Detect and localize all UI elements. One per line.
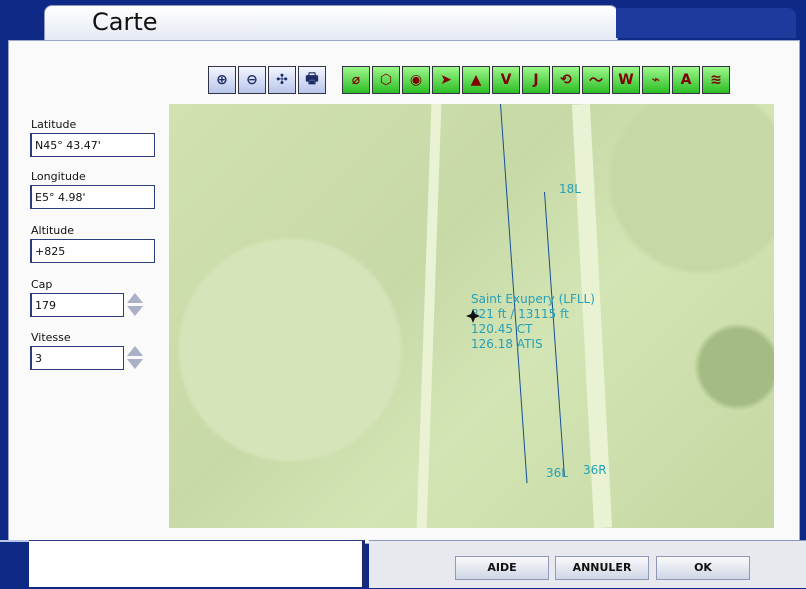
terrain-button[interactable]: ≋ — [702, 66, 730, 94]
runway-label-36r: 36R — [583, 463, 607, 477]
altitude-button[interactable]: A — [672, 66, 700, 94]
weather-button[interactable]: W — [612, 66, 640, 94]
help-button[interactable]: AIDE — [455, 556, 549, 580]
cap-up-arrow-icon[interactable] — [127, 293, 143, 303]
longitude-label: Longitude — [31, 170, 86, 183]
jet-button[interactable]: J — [522, 66, 550, 94]
airport-label: Saint Exupery (LFLL) 821 ft / 13115 ft 1… — [471, 292, 595, 352]
altitude-field[interactable]: +825 — [30, 239, 155, 263]
crosshair-icon: ✣ — [276, 72, 288, 88]
loop-button[interactable]: ⟲ — [552, 66, 580, 94]
vitesse-up-arrow-icon[interactable] — [127, 346, 143, 356]
center-button[interactable]: ✣ — [268, 66, 296, 94]
toolbar: ⊕ ⊖ ✣ 🖶 ⌀ ⬡ ◉ ➤ ▲ V J ⟲ 〜 W ⌁ A ≋ — [208, 66, 732, 94]
airport-ct: 120.45 CT — [471, 322, 533, 336]
radio-icon: ◉ — [409, 72, 423, 88]
airport-name: Saint Exupery (LFLL) — [471, 292, 595, 306]
triangle-button[interactable]: ▲ — [462, 66, 490, 94]
altitude-label: Altitude — [31, 224, 74, 237]
vitesse-stepper[interactable] — [127, 345, 145, 371]
window-title: Carte — [92, 8, 158, 36]
latitude-field[interactable]: N45° 43.47' — [30, 133, 155, 157]
airport-elevation: 821 ft / 13115 ft — [471, 307, 569, 321]
triangle-icon: ▲ — [470, 72, 482, 88]
runway-label-18l: 18L — [559, 182, 581, 196]
cap-label: Cap — [31, 278, 53, 291]
traffic-icon: ⬡ — [379, 72, 393, 88]
cap-down-arrow-icon[interactable] — [127, 306, 143, 316]
approach-button[interactable]: ⌀ — [342, 66, 370, 94]
plane-button[interactable]: ➤ — [432, 66, 460, 94]
route-button[interactable]: 〜 — [582, 66, 610, 94]
approach-icon: ⌀ — [351, 72, 361, 88]
bottom-left-corner — [0, 540, 29, 589]
cap-field[interactable]: 179 — [30, 293, 124, 317]
jet-label: J — [533, 72, 539, 88]
vitesse-label: Vitesse — [31, 331, 71, 344]
zoom-out-button[interactable]: ⊖ — [238, 66, 266, 94]
route-icon: 〜 — [589, 73, 603, 89]
vor-button[interactable]: V — [492, 66, 520, 94]
bottom-left-pane — [29, 540, 365, 587]
airport-atis: 126.18 ATIS — [471, 337, 543, 351]
print-icon: 🖶 — [305, 71, 319, 87]
runway-label-36l: 36L — [546, 466, 568, 480]
weather-label: W — [618, 72, 634, 88]
zoom-out-icon: ⊖ — [246, 72, 258, 88]
title-bar-right — [616, 8, 796, 38]
toolbar-gap — [328, 66, 342, 94]
cancel-button[interactable]: ANNULER — [555, 556, 649, 580]
loop-icon: ⟲ — [560, 72, 572, 88]
vitesse-field[interactable]: 3 — [30, 346, 124, 370]
zoom-in-button[interactable]: ⊕ — [208, 66, 236, 94]
airspace-icon: ⌁ — [651, 72, 661, 88]
airspace-button[interactable]: ⌁ — [642, 66, 670, 94]
ok-button[interactable]: OK — [656, 556, 750, 580]
plane-icon: ➤ — [440, 72, 452, 88]
zoom-in-icon: ⊕ — [216, 72, 228, 88]
latitude-label: Latitude — [31, 118, 77, 131]
vitesse-down-arrow-icon[interactable] — [127, 359, 143, 369]
map-road — [416, 104, 442, 528]
print-button[interactable]: 🖶 — [298, 66, 326, 94]
terrain-icon: ≋ — [710, 72, 722, 88]
longitude-field[interactable]: E5° 4.98' — [30, 185, 155, 209]
cap-stepper[interactable] — [127, 292, 145, 318]
radio-button[interactable]: ◉ — [402, 66, 430, 94]
vor-label: V — [500, 72, 512, 88]
traffic-button[interactable]: ⬡ — [372, 66, 400, 94]
aircraft-icon — [466, 309, 480, 323]
altitude-label: A — [680, 72, 692, 88]
